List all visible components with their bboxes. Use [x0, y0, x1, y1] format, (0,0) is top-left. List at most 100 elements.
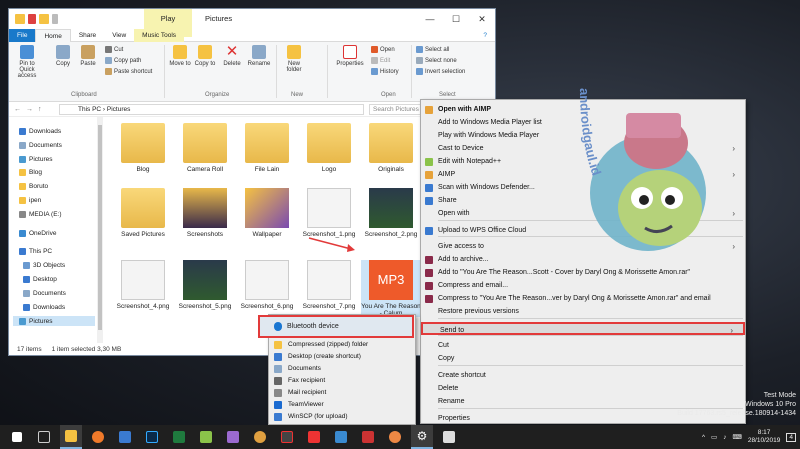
menu-item-compress-to-you-are-the-reason-ver-by-da[interactable]: Compress to "You Are The Reason...ver by…	[421, 292, 745, 305]
folder-icon[interactable]	[15, 14, 25, 24]
clock[interactable]: 8:17 28/10/2019	[748, 429, 781, 445]
taskbar-app[interactable]	[303, 425, 325, 449]
file-item[interactable]: Blog	[113, 123, 173, 173]
sidebar-item-documents[interactable]: Documents	[23, 288, 66, 298]
send-to-fax-recipient[interactable]: Fax recipient	[269, 375, 415, 387]
file-item[interactable]: Logo	[299, 123, 359, 173]
file-item[interactable]: Screenshot_2.png	[361, 188, 421, 238]
select-all-button[interactable]: Select all	[416, 46, 449, 53]
taskbar-chrome[interactable]	[384, 425, 406, 449]
taskbar-photoshop[interactable]	[141, 425, 163, 449]
help-icon[interactable]: ?	[483, 32, 487, 39]
chevron-up-icon[interactable]: ^	[702, 434, 705, 441]
file-item[interactable]: Saved Pictures	[113, 188, 173, 238]
network-icon[interactable]: ▭	[711, 433, 717, 441]
menu-item-create-shortcut[interactable]: Create shortcut	[421, 369, 745, 382]
copy-button[interactable]: Copy	[53, 45, 73, 67]
sidebar-item-documents[interactable]: Documents	[19, 140, 62, 150]
cut-button[interactable]: Cut	[105, 46, 123, 53]
file-item[interactable]: File Lain	[237, 123, 297, 173]
copy-path-button[interactable]: Copy path	[105, 57, 141, 64]
taskbar-explorer[interactable]	[60, 425, 82, 449]
start-button[interactable]	[6, 425, 28, 449]
sidebar-item-desktop[interactable]: Desktop	[23, 274, 57, 284]
send-to-compressed-zipped-folder[interactable]: Compressed (zipped) folder	[269, 339, 415, 351]
menu-item-cut[interactable]: Cut	[421, 339, 745, 352]
send-to-winscp-for-upload[interactable]: WinSCP (for upload)	[269, 411, 415, 423]
chevron-down-icon[interactable]	[52, 14, 58, 24]
file-item[interactable]: Screenshots	[175, 188, 235, 238]
menu-item-copy[interactable]: Copy	[421, 352, 745, 365]
tab-file[interactable]: File	[9, 28, 36, 42]
scrollbar[interactable]	[97, 117, 103, 343]
rename-button[interactable]: Rename	[246, 45, 272, 67]
history-button[interactable]: History	[371, 68, 399, 75]
sidebar-item-pictures[interactable]: Pictures	[19, 154, 52, 164]
file-item[interactable]: Screenshot_1.png	[299, 188, 359, 238]
send-to-documents[interactable]: Documents	[269, 363, 415, 375]
taskbar-app[interactable]	[222, 425, 244, 449]
invert-selection-button[interactable]: Invert selection	[416, 68, 465, 75]
taskbar-app[interactable]	[114, 425, 136, 449]
properties-button[interactable]: Properties	[332, 45, 368, 67]
maximize-button[interactable]: ☐	[443, 9, 469, 29]
file-item[interactable]: Screenshot_5.png	[175, 260, 235, 310]
tab-share[interactable]: Share	[71, 29, 104, 42]
send-to-mail-recipient[interactable]: Mail recipient	[269, 387, 415, 399]
paste-shortcut-button[interactable]: Paste shortcut	[105, 68, 152, 75]
file-item[interactable]: Screenshot_6.png	[237, 260, 297, 310]
tab-home[interactable]: Home	[35, 28, 71, 42]
close-button[interactable]: ✕	[469, 9, 495, 29]
file-item-selected[interactable]: MP3You Are The Reason - Calum	[361, 260, 421, 317]
sidebar-item-3d-objects[interactable]: 3D Objects	[23, 260, 65, 270]
language-icon[interactable]: ⌨	[732, 433, 741, 441]
send-to-bluetooth[interactable]: Bluetooth device	[258, 315, 414, 338]
send-to-teamviewer[interactable]: TeamViewer	[269, 399, 415, 411]
sidebar-item-downloads[interactable]: Downloads	[19, 126, 61, 136]
sidebar-item-ipen[interactable]: ipen	[19, 195, 41, 205]
breadcrumb-pictures[interactable]: Pictures	[107, 106, 130, 113]
edit-button[interactable]: Edit	[371, 57, 390, 64]
sidebar-item-media-e[interactable]: MEDIA (E:)	[19, 209, 62, 219]
pin-button[interactable]: Pin to Quick access	[11, 45, 43, 79]
sidebar-item-this-pc[interactable]: This PC	[19, 246, 52, 256]
taskbar-app[interactable]	[330, 425, 352, 449]
file-item[interactable]: Originals	[361, 123, 421, 173]
sidebar-item-boruto[interactable]: Boruto	[19, 181, 48, 191]
file-item[interactable]: Screenshot_7.png	[299, 260, 359, 310]
taskbar-photos[interactable]	[438, 425, 460, 449]
delete-button[interactable]: ✕ Delete	[221, 44, 243, 67]
notification-icon[interactable]: 4	[786, 432, 796, 442]
taskbar-settings[interactable]: ⚙	[411, 425, 433, 449]
sidebar-item-downloads[interactable]: Downloads	[23, 302, 65, 312]
taskbar-app[interactable]	[249, 425, 271, 449]
sidebar-item-onedrive[interactable]: OneDrive	[19, 228, 56, 238]
menu-item-restore-previous-versions[interactable]: Restore previous versions	[421, 305, 745, 318]
taskbar-firefox[interactable]	[87, 425, 109, 449]
move-to-button[interactable]: Move to	[169, 45, 191, 67]
paste-button[interactable]: Paste	[77, 45, 99, 67]
back-arrow-icon[interactable]: ←	[14, 106, 21, 113]
taskbar-notepadpp[interactable]	[195, 425, 217, 449]
taskbar-app[interactable]	[276, 425, 298, 449]
address-bar[interactable]: This PC › Pictures	[59, 104, 364, 115]
taskbar-app[interactable]	[357, 425, 379, 449]
up-arrow-icon[interactable]: ↑	[38, 106, 42, 113]
breadcrumb-this-pc[interactable]: This PC	[78, 106, 101, 113]
sidebar-item-blog[interactable]: Blog	[19, 167, 42, 177]
volume-icon[interactable]: ♪	[723, 434, 726, 441]
menu-item-add-to-you-are-the-reason-scott-cover-by[interactable]: Add to "You Are The Reason...Scott - Cov…	[421, 266, 745, 279]
menu-item-compress-and-email[interactable]: Compress and email...	[421, 279, 745, 292]
minimize-button[interactable]: —	[417, 9, 443, 29]
taskbar-excel[interactable]	[168, 425, 190, 449]
new-folder-icon[interactable]	[39, 14, 49, 24]
file-item[interactable]: Wallpaper	[237, 188, 297, 238]
open-button[interactable]: Open	[371, 46, 395, 53]
tab-music-tools[interactable]: Music Tools	[134, 28, 185, 42]
properties-icon[interactable]	[28, 14, 36, 24]
sidebar-item-pictures[interactable]: Pictures	[13, 316, 95, 326]
new-folder-button[interactable]: New folder	[281, 45, 307, 73]
forward-arrow-icon[interactable]: →	[26, 106, 33, 113]
copy-to-button[interactable]: Copy to	[194, 45, 216, 67]
tab-view[interactable]: View	[104, 29, 134, 42]
